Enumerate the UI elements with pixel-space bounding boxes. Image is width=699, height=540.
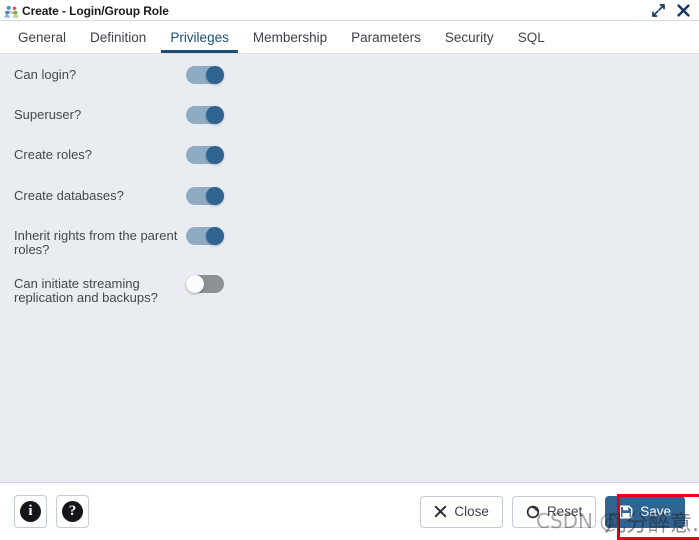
footer-right-group: Close Reset Save [420,495,685,528]
field-create-databases-label: Create databases? [14,188,124,203]
field-create-databases: Create databases? [0,187,699,227]
tab-parameters[interactable]: Parameters [339,21,433,53]
tab-privileges[interactable]: Privileges [158,21,241,53]
x-icon [434,505,447,518]
tab-definition[interactable]: Definition [78,21,158,53]
info-button[interactable]: i [14,495,47,528]
tab-security[interactable]: Security [433,21,506,53]
toggle-superuser[interactable] [186,106,224,124]
close-icon[interactable] [677,4,690,17]
tab-sql[interactable]: SQL [506,21,557,53]
save-button-label: Save [640,504,671,519]
tab-membership[interactable]: Membership [241,21,339,53]
tab-security-label: Security [444,29,494,45]
dialog-titlebar: Create - Login/Group Role [0,0,699,21]
field-inherit-rights-label: Inherit rights from the parent roles? [14,228,178,257]
tab-general-label: General [18,29,67,45]
save-button[interactable]: Save [605,495,685,528]
field-create-roles-label: Create roles? [14,147,93,162]
field-streaming-replication: Can initiate streaming replication and b… [0,275,699,327]
toggle-can-login[interactable] [186,66,224,84]
tab-general[interactable]: General [6,21,78,53]
field-superuser: Superuser? [0,106,699,146]
toggle-streaming-replication[interactable] [186,275,224,293]
tab-parameters-label: Parameters [351,29,421,45]
tab-sql-label: SQL [517,29,545,45]
help-button[interactable]: ? [56,495,89,528]
dialog-tabbar: General Definition Privileges Membership… [0,21,699,54]
field-streaming-replication-label: Can initiate streaming replication and b… [14,276,158,305]
question-mark-icon: ? [62,501,83,522]
create-login-group-role-dialog: Create - Login/Group Role General Defini… [0,0,699,540]
field-can-login-label: Can login? [14,67,77,82]
info-icon: i [20,501,41,522]
footer-left-group: i ? [14,495,89,528]
titlebar-left: Create - Login/Group Role [4,4,652,18]
field-can-login: Can login? [0,66,699,106]
tab-privileges-label: Privileges [170,29,229,45]
reset-icon [526,505,540,519]
tab-membership-label: Membership [252,29,328,45]
dialog-title: Create - Login/Group Role [22,3,169,18]
expand-icon[interactable] [652,4,665,17]
reset-button-label: Reset [546,504,583,519]
toggle-create-roles[interactable] [186,146,224,164]
group-role-icon [4,5,19,18]
reset-button[interactable]: Reset [511,495,597,528]
field-superuser-label: Superuser? [14,107,82,122]
titlebar-controls [652,4,693,17]
dialog-footer: i ? Close Reset Save [0,483,699,540]
close-button-label: Close [454,504,489,519]
field-create-roles: Create roles? [0,146,699,187]
field-inherit-rights: Inherit rights from the parent roles? [0,227,699,275]
privileges-panel: Can login? Superuser? Create roles? Crea… [0,54,699,483]
close-button[interactable]: Close [420,495,503,528]
toggle-inherit-rights[interactable] [186,227,224,245]
toggle-create-databases[interactable] [186,187,224,205]
save-disk-icon [619,505,633,519]
tab-definition-label: Definition [90,29,147,45]
